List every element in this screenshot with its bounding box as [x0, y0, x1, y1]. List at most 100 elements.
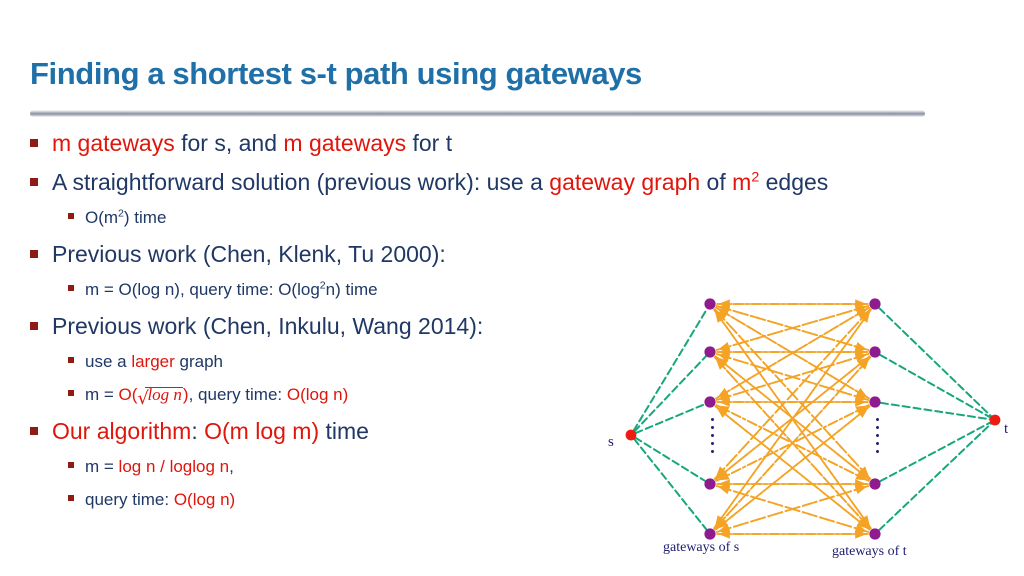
- bullet-marker-icon: [30, 250, 38, 258]
- target-node-label: t: [1004, 421, 1009, 437]
- text-run: m: [732, 169, 752, 195]
- source-edge: [633, 355, 707, 433]
- text-run: n) time: [325, 280, 378, 299]
- gateway-graph-svg: [625, 298, 1001, 540]
- text-run: query time:: [85, 490, 174, 509]
- ellipsis-dot: [875, 450, 879, 453]
- gateway-of-t-node: [869, 528, 881, 540]
- gateways-of-t-label: gateways of t: [832, 544, 907, 559]
- text-run: time: [319, 418, 369, 444]
- text-run: graph: [174, 352, 223, 371]
- text-run: A straightforward solution (previous wor…: [52, 169, 550, 195]
- bullet-text: m = O(log n), query time: O(log2n) time: [85, 280, 378, 300]
- ellipsis-dot: [710, 434, 714, 437]
- bullet-text: Previous work (Chen, Inkulu, Wang 2014):: [52, 313, 483, 340]
- text-run: larger: [131, 352, 175, 371]
- source-node-label: s: [608, 434, 614, 450]
- bullet-straightforward-time: O(m2) time: [0, 208, 1000, 241]
- source-edge: [632, 308, 708, 432]
- text-run: , query time:: [188, 385, 287, 404]
- text-run: O(log n): [173, 490, 236, 509]
- radical-bar: [145, 387, 183, 389]
- bullet-marker-icon: [68, 390, 74, 396]
- text-run: O(log n): [286, 385, 349, 404]
- ellipsis-dot: [710, 442, 714, 445]
- bullet-text: A straightforward solution (previous wor…: [52, 169, 828, 196]
- ellipsis-dot: [875, 442, 879, 445]
- bullet-marker-icon: [68, 213, 74, 219]
- bullet-straightforward-solution: A straightforward solution (previous wor…: [0, 169, 1000, 208]
- text-run: use a: [85, 352, 132, 371]
- text-run: m gateways: [52, 130, 175, 156]
- text-run: m gateways: [283, 130, 407, 156]
- bullet-marker-icon: [30, 139, 38, 147]
- gateway-edge: [715, 309, 872, 480]
- source-node: [625, 429, 637, 441]
- bullet-text: m = O(√ log n), query time: O(log n): [85, 385, 349, 409]
- gateway-of-t-node: [869, 346, 881, 358]
- target-edge: [879, 353, 992, 419]
- ellipsis-dot: [875, 426, 879, 429]
- text-run: Previous work (Chen, Klenk, Tu 2000):: [52, 241, 446, 267]
- ellipsis-dot: [875, 418, 879, 421]
- ellipsis-dot: [710, 426, 714, 429]
- text-run: m =: [85, 385, 119, 404]
- text-run: :: [191, 418, 205, 444]
- gateways-of-t-ellipsis: [874, 418, 880, 453]
- gateway-of-t-node: [869, 396, 881, 408]
- bullet-text: use a larger graph: [85, 352, 223, 372]
- bullet-text: query time: O(log n): [85, 490, 235, 510]
- gateway-of-s-node: [704, 528, 716, 540]
- target-edge: [879, 421, 992, 483]
- gateway-of-s-node: [704, 298, 716, 310]
- text-run: Previous work (Chen, Inkulu, Wang 2014):: [52, 313, 484, 339]
- bullet-text: m gateways for s, and m gateways for t: [52, 130, 452, 157]
- text-run: of: [700, 169, 733, 195]
- text-run: m =: [85, 457, 119, 476]
- text-run: edges: [759, 169, 829, 195]
- text-run: ,: [229, 457, 234, 476]
- text-run: m = O(log n), query time: O(log: [85, 280, 320, 299]
- text-run: for t: [406, 130, 453, 156]
- gateway-of-s-node: [704, 396, 716, 408]
- terminal-node-group: [625, 414, 1001, 441]
- gateway-of-s-node: [704, 346, 716, 358]
- text-run: O(m log m): [204, 418, 320, 444]
- target-edge: [879, 401, 992, 421]
- source-edge: [634, 436, 706, 482]
- text-run: Our algorithm: [52, 418, 192, 444]
- bullet-marker-icon: [30, 322, 38, 330]
- target-edge: [878, 422, 993, 531]
- bullet-marker-icon: [30, 178, 38, 186]
- bullet-text: Our algorithm: O(m log m) time: [52, 418, 369, 445]
- bullet-marker-icon: [68, 285, 74, 291]
- bullet-gateways-count: m gateways for s, and m gateways for t: [0, 130, 1000, 169]
- page-title: Finding a shortest s-t path using gatewa…: [30, 56, 642, 91]
- gateways-of-s-label: gateways of s: [663, 540, 740, 555]
- bullet-previous-work-2000: Previous work (Chen, Klenk, Tu 2000):: [0, 241, 1000, 280]
- gateway-edge-group: [713, 299, 872, 539]
- gateway-graph-diagram: s t gateways of s gateways of t: [600, 276, 1024, 576]
- text-run: O(: [118, 385, 138, 404]
- bullet-marker-icon: [30, 427, 38, 435]
- target-node: [989, 414, 1001, 426]
- bullet-text: Previous work (Chen, Klenk, Tu 2000):: [52, 241, 446, 268]
- bullet-text: O(m2) time: [85, 208, 166, 228]
- gateway-of-t-node: [869, 298, 881, 310]
- bullet-marker-icon: [68, 495, 74, 501]
- radical-icon: √: [137, 388, 149, 409]
- ellipsis-dot: [875, 434, 879, 437]
- bullet-marker-icon: [68, 462, 74, 468]
- gateways-of-s-ellipsis: [709, 418, 715, 453]
- sqrt-expression: √ log n: [137, 385, 183, 409]
- ellipsis-dot: [710, 450, 714, 453]
- target-edge: [878, 307, 993, 418]
- text-run: ) time: [123, 208, 167, 227]
- source-edge: [633, 437, 708, 531]
- ellipsis-dot: [710, 418, 714, 421]
- text-run: for s, and: [174, 130, 284, 156]
- gateway-of-s-node: [704, 478, 716, 490]
- text-run: O(m: [85, 208, 119, 227]
- gateway-of-t-node: [869, 478, 881, 490]
- title-divider: [30, 110, 925, 117]
